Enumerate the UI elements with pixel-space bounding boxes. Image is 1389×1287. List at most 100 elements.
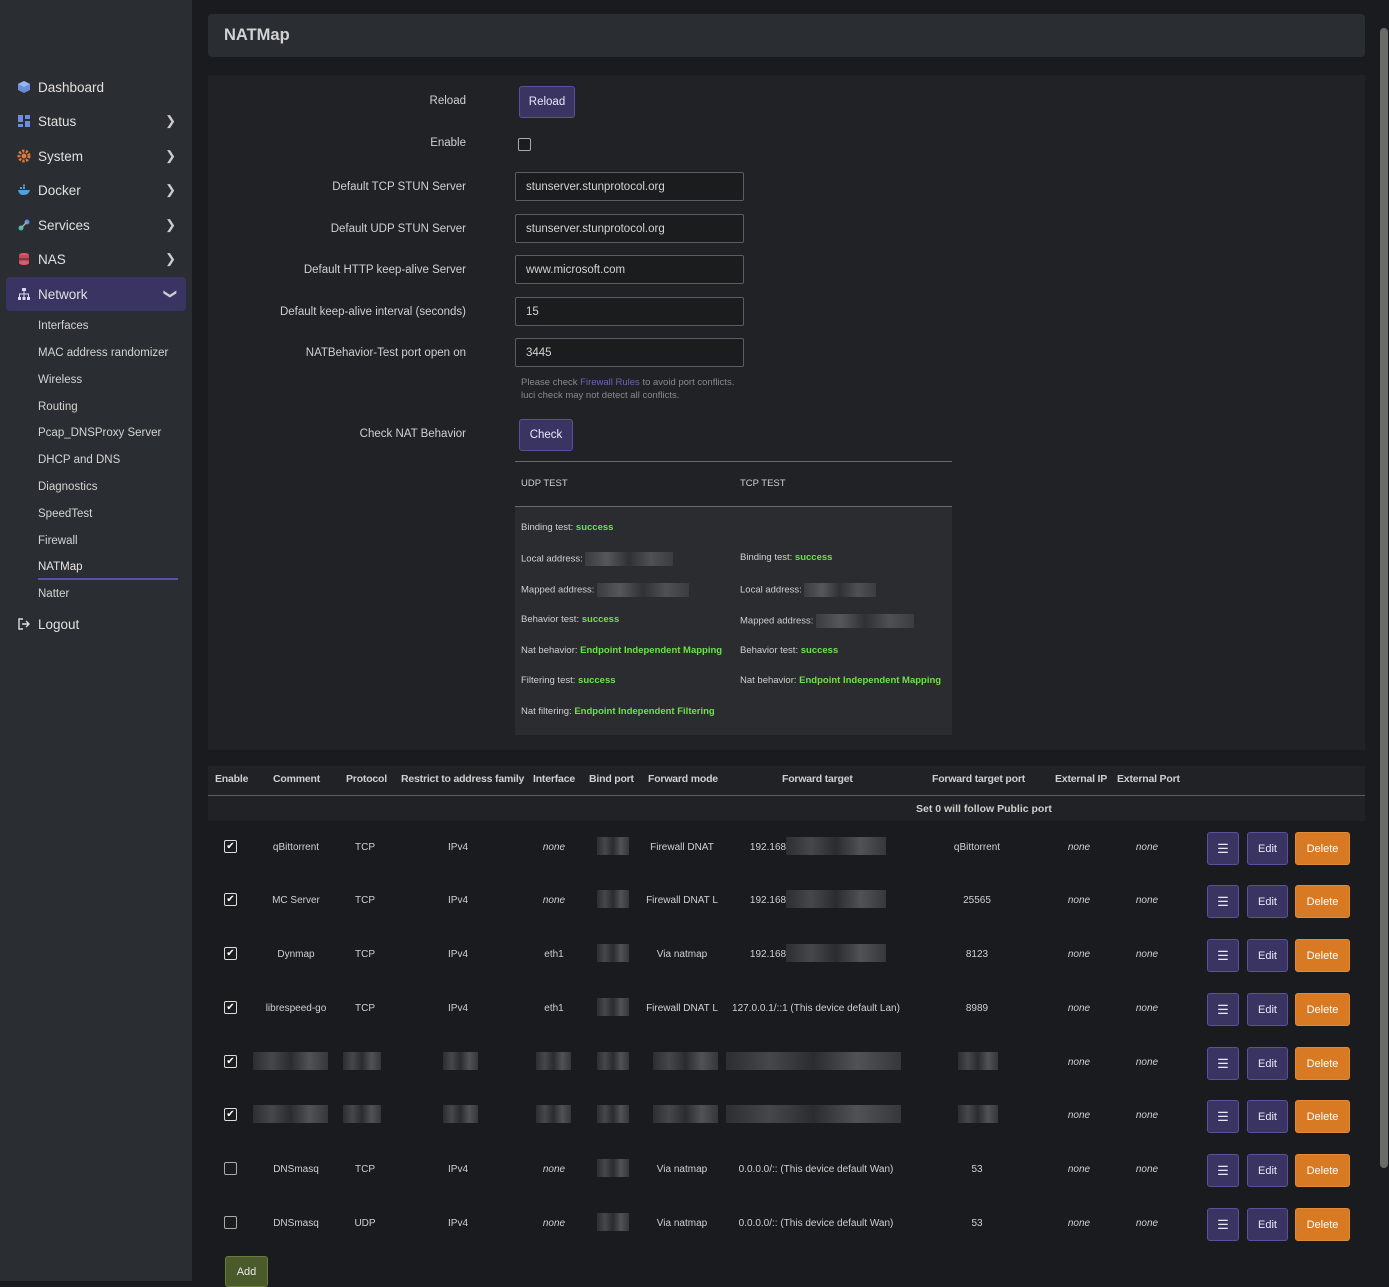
table-row: DNSmasq UDP IPv4 none Via natmap 0.0.0.0/:: (… <box>208 1197 1365 1251</box>
row-forward-mode-redacted <box>653 1105 718 1123</box>
sidebar-subitem-mac-randomizer[interactable]: MAC address randomizer <box>38 347 168 359</box>
sidebar-subitem-speedtest[interactable]: SpeedTest <box>38 508 92 520</box>
row-enable-checkbox[interactable] <box>224 1162 237 1175</box>
sidebar-item-status[interactable]: Status ❯ <box>6 104 186 138</box>
udp-mapped-address: Mapped address: <box>521 583 690 597</box>
row-menu-button[interactable]: ☰ <box>1207 1154 1239 1187</box>
row-menu-button[interactable]: ☰ <box>1207 993 1239 1026</box>
sidebar-subitem-pcap-dnsproxy[interactable]: Pcap_DNSProxy Server <box>38 427 161 439</box>
sidebar-subitem-natmap[interactable]: NATMap <box>38 561 83 573</box>
sidebar-item-label: NAS <box>38 251 66 267</box>
tcp-nat-behavior: Nat behavior: Endpoint Independent Mappi… <box>740 675 942 686</box>
row-external-ip: none <box>1067 949 1091 960</box>
sidebar-item-network[interactable]: Network ❯ <box>6 277 186 311</box>
row-target-redacted <box>786 890 886 908</box>
udp-stun-input[interactable]: stunserver.stunprotocol.org <box>515 214 744 243</box>
sidebar-subitem-interfaces[interactable]: Interfaces <box>38 320 89 332</box>
row-interface: none <box>542 842 566 853</box>
http-keepalive-input[interactable]: www.microsoft.com <box>515 255 744 284</box>
row-bind-port-redacted <box>597 944 629 962</box>
row-family: IPv4 <box>447 842 469 853</box>
row-menu-button[interactable]: ☰ <box>1207 1208 1239 1241</box>
enable-checkbox[interactable] <box>518 138 531 151</box>
sidebar-item-docker[interactable]: Docker ❯ <box>6 173 186 207</box>
row-external-ip: none <box>1067 1164 1091 1175</box>
row-edit-button[interactable]: Edit <box>1247 939 1288 972</box>
row-external-ip: none <box>1067 842 1091 853</box>
sidebar-subitem-dhcp-dns[interactable]: DHCP and DNS <box>38 454 120 466</box>
row-delete-button[interactable]: Delete <box>1295 993 1350 1026</box>
sidebar-subitem-natter[interactable]: Natter <box>38 588 69 600</box>
test-port-input[interactable]: 3445 <box>515 338 744 367</box>
redacted-value <box>816 614 915 628</box>
row-enable-checkbox[interactable] <box>224 1216 237 1229</box>
row-delete-button[interactable]: Delete <box>1295 1208 1350 1241</box>
row-bind-port-redacted <box>597 1213 629 1231</box>
sidebar-item-system[interactable]: System ❯ <box>6 139 186 173</box>
row-enable-checkbox[interactable]: ✔ <box>224 1055 237 1068</box>
docker-icon <box>17 183 31 197</box>
sidebar-subitem-diagnostics[interactable]: Diagnostics <box>38 481 97 493</box>
sidebar-item-nas[interactable]: NAS ❯ <box>6 242 186 276</box>
row-delete-button[interactable]: Delete <box>1295 1100 1350 1133</box>
keepalive-interval-input[interactable]: 15 <box>515 297 744 326</box>
table-row: ✔ Dynmap TCP IPv4 eth1 Via natmap 192.168 8123 n… <box>208 928 1365 982</box>
row-delete-button[interactable]: Delete <box>1295 1154 1350 1187</box>
row-forward-target-port-redacted <box>958 1052 998 1070</box>
tcp-test-header: TCP TEST <box>740 478 786 489</box>
row-external-port: none <box>1135 1218 1159 1229</box>
row-edit-button[interactable]: Edit <box>1247 1100 1288 1133</box>
sub-header-note: Set 0 will follow Public port <box>916 803 1052 815</box>
row-enable-checkbox[interactable]: ✔ <box>224 947 237 960</box>
row-menu-button[interactable]: ☰ <box>1207 1100 1239 1133</box>
row-edit-button[interactable]: Edit <box>1247 1047 1288 1080</box>
col-comment: Comment <box>273 773 321 785</box>
row-menu-button[interactable]: ☰ <box>1207 939 1239 972</box>
row-external-ip: none <box>1067 1003 1091 1014</box>
row-enable-checkbox[interactable]: ✔ <box>224 1001 237 1014</box>
sidebar-item-logout[interactable]: Logout <box>6 607 186 641</box>
row-forward-target: 127.0.0.1/::1 (This device default Lan) <box>732 1003 900 1014</box>
check-button[interactable]: Check <box>519 419 573 451</box>
row-interface: eth1 <box>544 1003 564 1014</box>
tcp-behavior-test: Behavior test: success <box>740 645 839 656</box>
row-external-port: none <box>1135 895 1159 906</box>
sidebar-subitem-routing[interactable]: Routing <box>38 401 78 413</box>
sidebar-item-label: Logout <box>38 616 80 632</box>
add-button[interactable]: Add <box>225 1256 268 1287</box>
row-enable-checkbox[interactable]: ✔ <box>224 1108 237 1121</box>
row-delete-button[interactable]: Delete <box>1295 832 1350 865</box>
nat-result-table: UDP TEST TCP TEST Binding test: success … <box>515 461 952 735</box>
reload-button[interactable]: Reload <box>519 86 575 118</box>
col-external-ip: External IP <box>1055 773 1108 785</box>
port-hint-2: luci check may not detect all conflicts. <box>521 390 680 401</box>
tcp-mapped-address: Mapped address: <box>740 614 915 628</box>
page-scrollbar[interactable] <box>1380 28 1388 1168</box>
row-edit-button[interactable]: Edit <box>1247 885 1288 918</box>
row-edit-button[interactable]: Edit <box>1247 993 1288 1026</box>
row-menu-button[interactable]: ☰ <box>1207 885 1239 918</box>
sidebar-item-services[interactable]: Services ❯ <box>6 208 186 242</box>
sidebar-subitem-wireless[interactable]: Wireless <box>38 374 82 386</box>
row-forward-target-port: 53 <box>971 1218 983 1229</box>
tcp-stun-input[interactable]: stunserver.stunprotocol.org <box>515 172 744 201</box>
test-port-label: NATBehavior-Test port open on <box>305 347 466 359</box>
row-menu-button[interactable]: ☰ <box>1207 832 1239 865</box>
firewall-rules-link[interactable]: Firewall Rules <box>580 377 640 388</box>
col-protocol: Protocol <box>346 773 387 785</box>
row-enable-checkbox[interactable]: ✔ <box>224 840 237 853</box>
sidebar-subitem-firewall[interactable]: Firewall <box>38 535 78 547</box>
redacted-value <box>597 583 690 597</box>
row-edit-button[interactable]: Edit <box>1247 832 1288 865</box>
row-forward-target-port: 8123 <box>965 949 989 960</box>
database-icon <box>17 252 31 266</box>
row-delete-button[interactable]: Delete <box>1295 1047 1350 1080</box>
row-enable-checkbox[interactable]: ✔ <box>224 893 237 906</box>
row-delete-button[interactable]: Delete <box>1295 939 1350 972</box>
row-delete-button[interactable]: Delete <box>1295 885 1350 918</box>
row-external-port: none <box>1135 1057 1159 1068</box>
row-edit-button[interactable]: Edit <box>1247 1208 1288 1241</box>
sidebar-item-dashboard[interactable]: Dashboard <box>6 70 186 104</box>
row-edit-button[interactable]: Edit <box>1247 1154 1288 1187</box>
row-menu-button[interactable]: ☰ <box>1207 1047 1239 1080</box>
